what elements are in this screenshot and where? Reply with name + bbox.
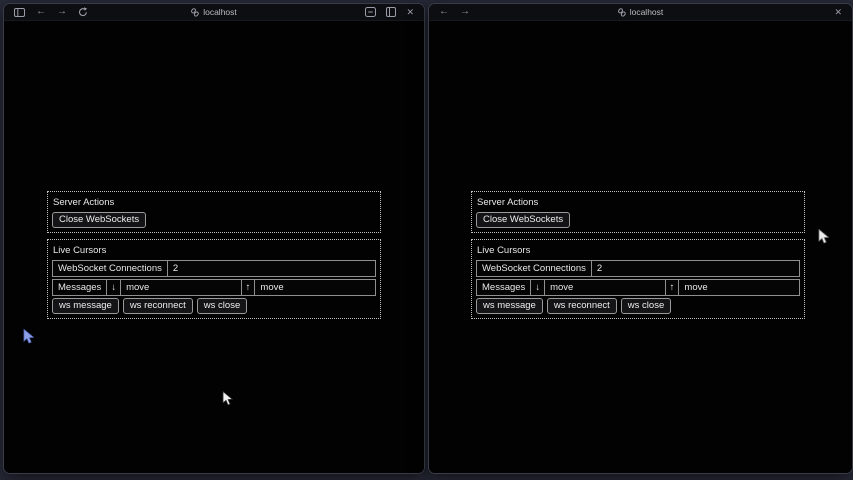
- ws-reconnect-button[interactable]: ws reconnect: [123, 298, 193, 314]
- live-cursors-panel: Live Cursors WebSocket Connections 2 Mes…: [47, 239, 381, 319]
- received-arrow-icon: ↓: [531, 280, 545, 295]
- ws-close-button[interactable]: ws close: [197, 298, 247, 314]
- ws-close-button[interactable]: ws close: [621, 298, 671, 314]
- received-arrow-icon: ↓: [107, 280, 121, 295]
- link-icon: [618, 8, 626, 17]
- sidebar-toggle-icon[interactable]: [14, 8, 25, 17]
- forward-icon[interactable]: →: [57, 7, 67, 17]
- server-actions-panel: Server Actions Close WebSockets: [47, 191, 381, 233]
- messages-row: Messages ↓ move ↑ move: [52, 279, 376, 296]
- ws-reconnect-button[interactable]: ws reconnect: [547, 298, 617, 314]
- reload-icon[interactable]: [78, 7, 88, 17]
- ws-message-button[interactable]: ws message: [476, 298, 543, 314]
- connections-count: 2: [168, 261, 375, 276]
- connections-count: 2: [592, 261, 799, 276]
- ws-message-button[interactable]: ws message: [52, 298, 119, 314]
- messages-label: Messages: [53, 280, 107, 295]
- received-message: move: [545, 280, 666, 295]
- close-websockets-button[interactable]: Close WebSockets: [476, 212, 570, 228]
- back-icon[interactable]: ←: [36, 7, 46, 17]
- sent-message: move: [255, 280, 375, 295]
- server-actions-panel: Server Actions Close WebSockets: [471, 191, 805, 233]
- titlebar[interactable]: ← → localhost ✕: [4, 4, 424, 21]
- close-window-icon[interactable]: ✕: [406, 8, 414, 17]
- sent-message: move: [679, 280, 799, 295]
- received-message: move: [121, 280, 242, 295]
- connections-label: WebSocket Connections: [477, 261, 592, 276]
- connections-label: WebSocket Connections: [53, 261, 168, 276]
- connections-row: WebSocket Connections 2: [52, 260, 376, 277]
- messages-label: Messages: [477, 280, 531, 295]
- forward-icon[interactable]: →: [460, 7, 470, 17]
- browser-window-left: ← → localhost ✕ Server Actions: [3, 3, 425, 474]
- back-icon[interactable]: ←: [439, 7, 449, 17]
- close-websockets-button[interactable]: Close WebSockets: [52, 212, 146, 228]
- live-cursors-panel: Live Cursors WebSocket Connections 2 Mes…: [471, 239, 805, 319]
- server-actions-title: Server Actions: [477, 197, 799, 208]
- sent-arrow-icon: ↑: [666, 280, 680, 295]
- url-text: localhost: [203, 7, 237, 17]
- browser-window-right: ← → localhost ✕ Server Actions Close Web…: [428, 3, 853, 474]
- titlebar[interactable]: ← → localhost ✕: [429, 4, 852, 21]
- live-cursors-title: Live Cursors: [477, 245, 799, 256]
- live-cursors-title: Live Cursors: [53, 245, 375, 256]
- link-icon: [191, 8, 199, 17]
- server-actions-title: Server Actions: [53, 197, 375, 208]
- close-window-icon[interactable]: ✕: [834, 8, 842, 17]
- messages-row: Messages ↓ move ↑ move: [476, 279, 800, 296]
- sent-arrow-icon: ↑: [242, 280, 256, 295]
- desktop: { "icons": { "back": "←", "forward": "→"…: [0, 0, 853, 480]
- connections-row: WebSocket Connections 2: [476, 260, 800, 277]
- page-content: Server Actions Close WebSockets Live Cur…: [4, 22, 424, 473]
- url-text: localhost: [630, 7, 664, 17]
- tabs-icon[interactable]: [386, 7, 396, 17]
- address-bar[interactable]: localhost: [429, 4, 852, 20]
- panel-icon[interactable]: [365, 7, 376, 17]
- page-content: Server Actions Close WebSockets Live Cur…: [429, 22, 852, 473]
